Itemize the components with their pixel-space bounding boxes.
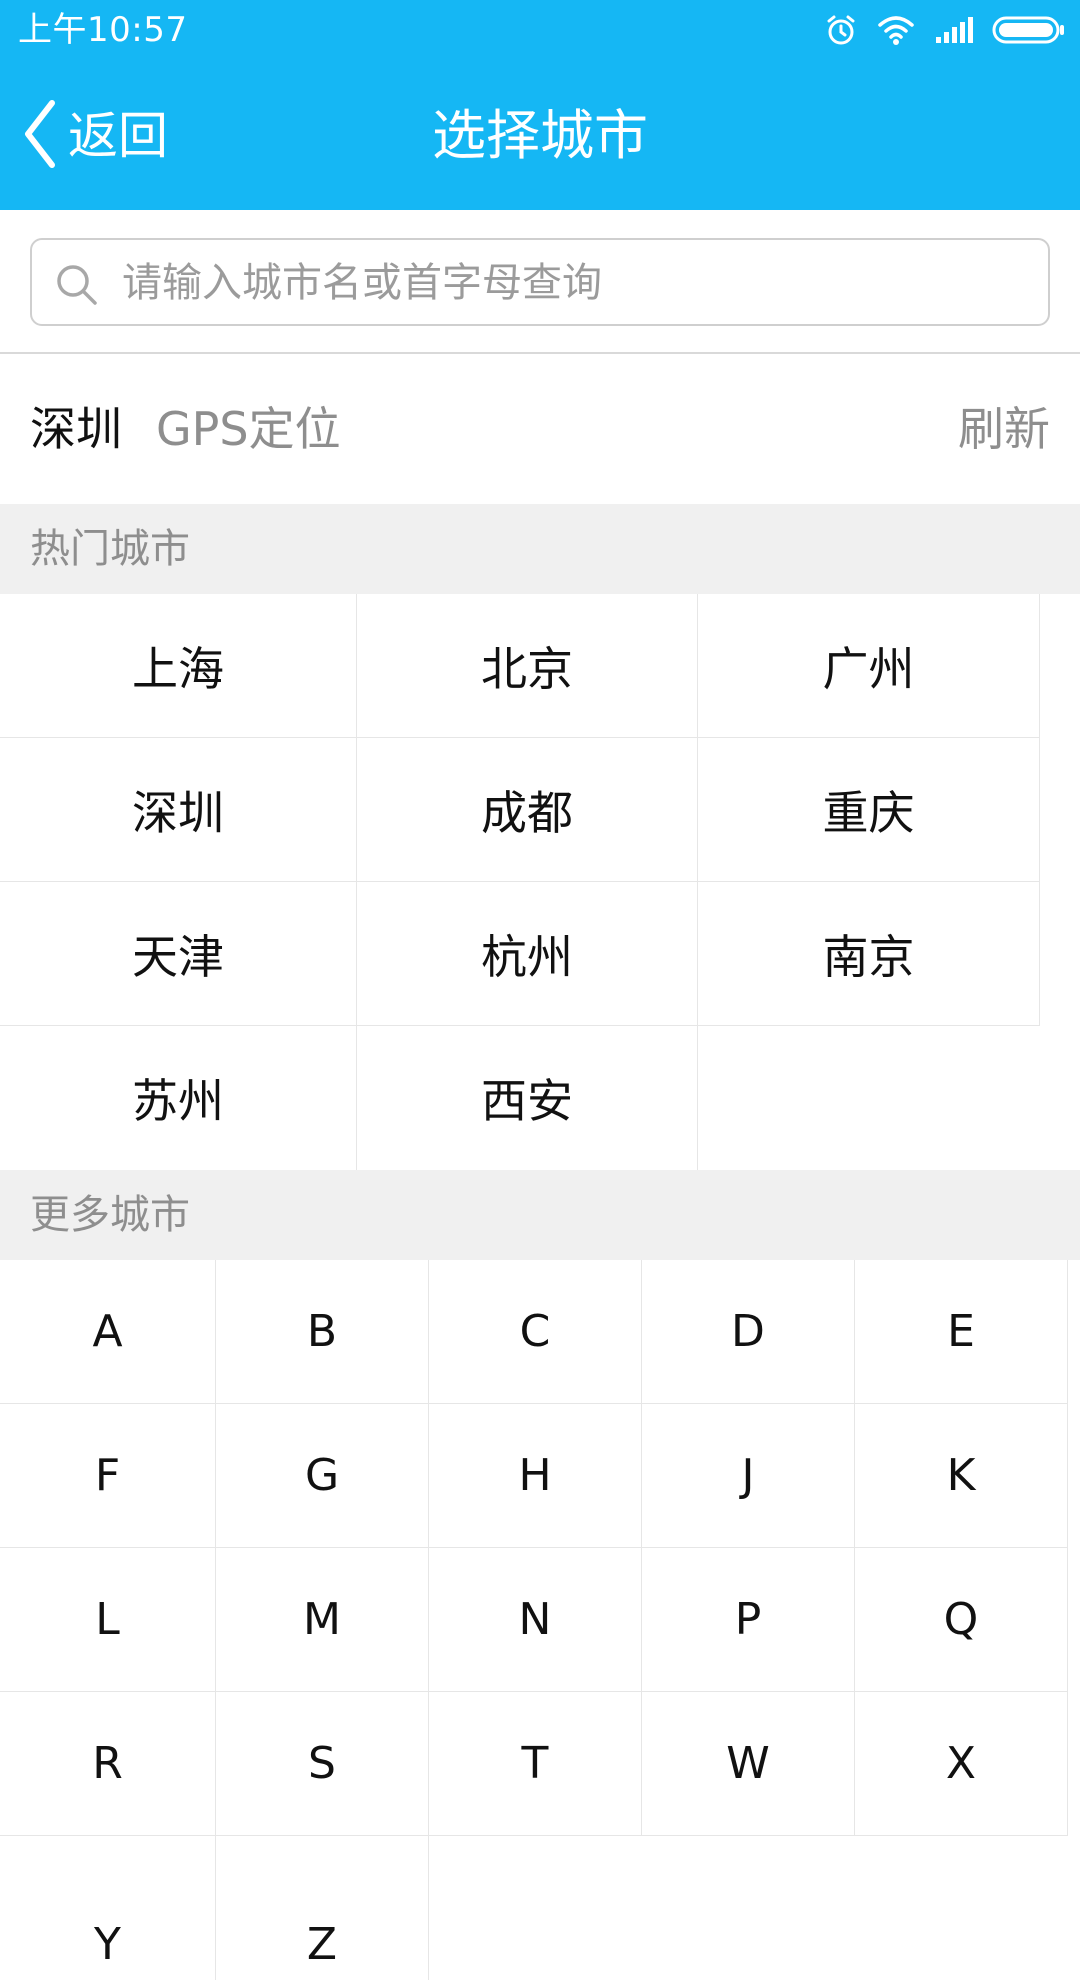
letter-cell[interactable]: L xyxy=(0,1548,216,1692)
hot-city-cell[interactable]: 天津 xyxy=(0,882,357,1026)
search-icon xyxy=(54,262,100,308)
signal-icon xyxy=(934,15,974,45)
nav-bar: 返回 选择城市 xyxy=(0,60,1080,210)
letter-cell[interactable]: E xyxy=(855,1260,1068,1404)
search-box xyxy=(30,238,1050,326)
alarm-icon xyxy=(824,13,858,47)
letter-cell[interactable]: R xyxy=(0,1692,216,1836)
letter-cell[interactable]: A xyxy=(0,1260,216,1404)
hot-city-cell[interactable]: 深圳 xyxy=(0,738,357,882)
search-input[interactable] xyxy=(122,250,1022,316)
top-bar: 上午10:57 返回 选择城市 xyxy=(0,0,1080,210)
letter-cell[interactable]: M xyxy=(216,1548,429,1692)
chevron-left-icon xyxy=(20,99,60,173)
status-bar: 上午10:57 xyxy=(0,0,1080,60)
hot-city-cell[interactable]: 苏州 xyxy=(0,1026,357,1170)
gps-city[interactable]: 深圳 xyxy=(30,399,122,459)
letter-cell[interactable]: F xyxy=(0,1404,216,1548)
hot-city-cell[interactable]: 上海 xyxy=(0,594,357,738)
letter-cell[interactable]: P xyxy=(642,1548,855,1692)
letter-cell[interactable]: J xyxy=(642,1404,855,1548)
status-icons xyxy=(824,10,1066,50)
status-time: 上午10:57 xyxy=(18,10,188,50)
letter-cell[interactable]: N xyxy=(429,1548,642,1692)
battery-icon xyxy=(992,15,1066,45)
letter-cell[interactable]: H xyxy=(429,1404,642,1548)
back-label: 返回 xyxy=(68,107,168,165)
letter-cell[interactable]: S xyxy=(216,1692,429,1836)
hot-city-cell[interactable]: 西安 xyxy=(357,1026,698,1170)
letter-cell[interactable]: K xyxy=(855,1404,1068,1548)
letter-index-grid: A B C D E F G H J K L M N P Q R S T W X … xyxy=(0,1260,1068,1980)
hot-city-cell[interactable]: 成都 xyxy=(357,738,698,882)
hot-city-cell[interactable]: 杭州 xyxy=(357,882,698,1026)
gps-row: 深圳 GPS定位 刷新 xyxy=(0,354,1080,504)
back-button[interactable]: 返回 xyxy=(20,96,168,176)
hot-cities-grid: 上海 北京 广州 深圳 成都 重庆 天津 杭州 南京 苏州 西安 xyxy=(0,594,1040,1170)
wifi-icon xyxy=(876,13,916,47)
more-cities-header: 更多城市 xyxy=(0,1170,1080,1260)
hot-cities-header: 热门城市 xyxy=(0,504,1080,594)
letter-cell[interactable]: T xyxy=(429,1692,642,1836)
refresh-button[interactable]: 刷新 xyxy=(958,399,1050,459)
letter-cell[interactable]: C xyxy=(429,1260,642,1404)
letter-cell[interactable]: G xyxy=(216,1404,429,1548)
hot-city-cell[interactable]: 广州 xyxy=(698,594,1040,738)
hot-city-cell[interactable]: 南京 xyxy=(698,882,1040,1026)
more-cities-title: 更多城市 xyxy=(30,1192,190,1238)
letter-cell[interactable]: D xyxy=(642,1260,855,1404)
hot-city-cell[interactable]: 北京 xyxy=(357,594,698,738)
gps-label: GPS定位 xyxy=(156,402,341,456)
letter-cell[interactable]: Y xyxy=(0,1836,216,1980)
letter-cell[interactable]: B xyxy=(216,1260,429,1404)
letter-cell[interactable]: Q xyxy=(855,1548,1068,1692)
letter-cell[interactable]: X xyxy=(855,1692,1068,1836)
hot-city-cell[interactable]: 重庆 xyxy=(698,738,1040,882)
letter-cell[interactable]: Z xyxy=(216,1836,429,1980)
hot-cities-title: 热门城市 xyxy=(30,526,190,572)
letter-cell[interactable]: W xyxy=(642,1692,855,1836)
